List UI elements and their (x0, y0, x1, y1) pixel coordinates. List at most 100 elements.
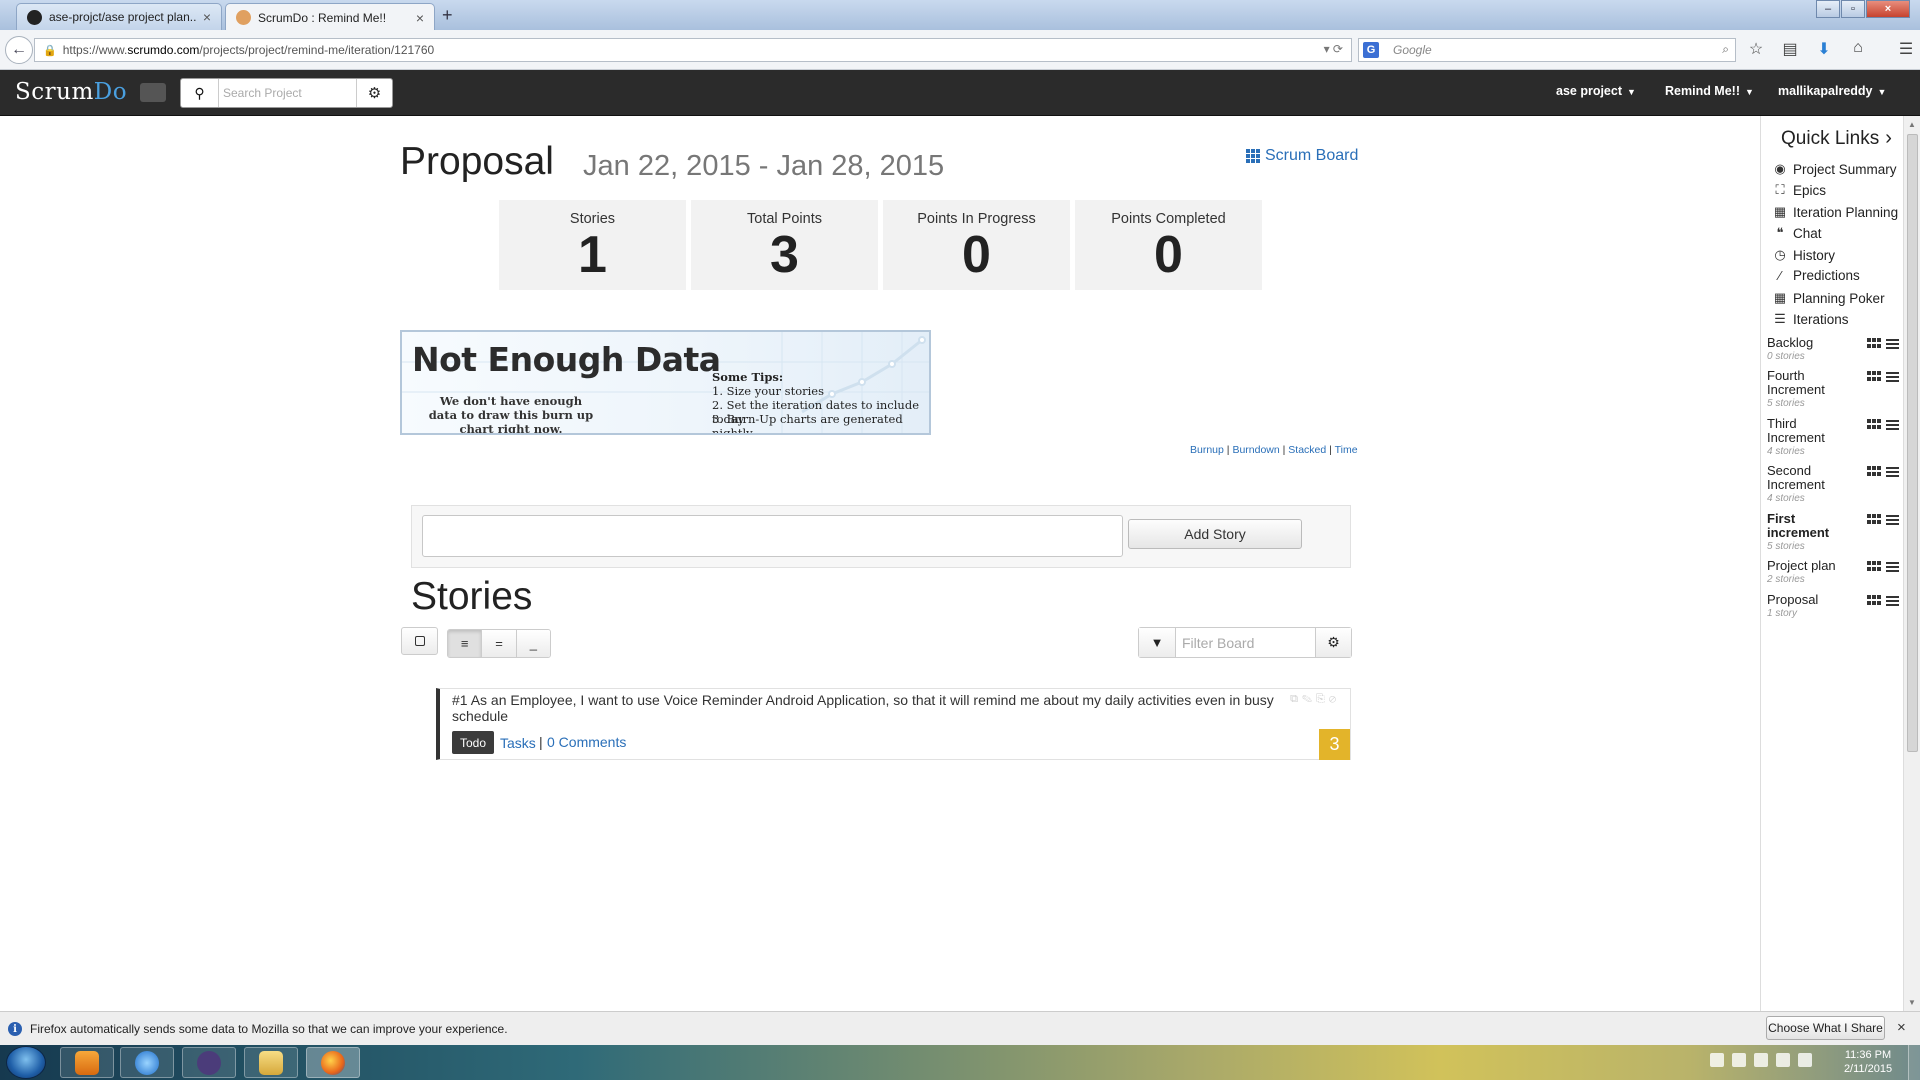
tasks-link[interactable]: Tasks (500, 735, 536, 751)
scrollbar-thumb[interactable] (1907, 134, 1918, 752)
start-button[interactable] (6, 1046, 46, 1079)
iteration-item-first-increment[interactable]: First increment 5 stories (1767, 512, 1899, 553)
choose-what-i-share-button[interactable]: Choose What I Share (1766, 1016, 1885, 1040)
time-link[interactable]: Time (1335, 444, 1358, 456)
list-icon[interactable] (1886, 466, 1899, 477)
taskbar-internet-explorer[interactable] (120, 1047, 174, 1078)
scroll-down-icon[interactable]: ▼ (1908, 998, 1916, 1007)
search-icon[interactable]: ⚲ (181, 79, 219, 107)
list-icon[interactable] (1886, 371, 1899, 382)
system-clock[interactable]: 11:36 PM 2/11/2015 (1838, 1048, 1898, 1076)
iteration-name: Third Increment (1767, 416, 1825, 445)
list-view-button[interactable]: ≡ (448, 630, 483, 657)
bookmark-star-icon[interactable]: ☆ (1745, 39, 1767, 59)
burnup-link[interactable]: Burnup (1190, 444, 1224, 456)
search-input[interactable] (223, 84, 351, 102)
bookmarks-icon[interactable]: ▤ (1779, 39, 1801, 59)
new-tab-button[interactable]: + (442, 5, 453, 26)
ql-epics[interactable]: ⛶ Epics (1771, 182, 1826, 198)
tray-volume-icon[interactable] (1798, 1053, 1812, 1067)
filter-board-input[interactable] (1182, 634, 1302, 652)
browser-search-bar[interactable]: G Google ⌕ (1358, 38, 1736, 62)
board-icon[interactable] (1867, 466, 1881, 477)
tips-heading: Some Tips: (712, 370, 784, 384)
scrumdo-logo[interactable]: ScrumDo (15, 79, 127, 105)
taskbar-github[interactable] (182, 1047, 236, 1078)
scrum-board-link[interactable]: Scrum Board (1246, 147, 1358, 165)
ql-predictions[interactable]: ⁄ Predictions (1771, 268, 1860, 283)
google-icon[interactable]: G (1363, 42, 1379, 58)
show-desktop-button[interactable] (1908, 1045, 1920, 1080)
search-icon[interactable]: ⌕ (1722, 42, 1729, 57)
iteration-item-third-increment[interactable]: Third Increment 4 stories (1767, 417, 1899, 458)
list-icon[interactable] (1886, 419, 1899, 430)
board-icon[interactable] (1867, 595, 1881, 606)
iteration-item-backlog[interactable]: Backlog 0 stories (1767, 336, 1899, 363)
iteration-item-fourth-increment[interactable]: Fourth Increment 5 stories (1767, 369, 1899, 410)
iteration-item-second-increment[interactable]: Second Increment 4 stories (1767, 464, 1899, 505)
taskbar-firefox[interactable] (306, 1047, 360, 1078)
view-mode-toggle: ≡ = _ (447, 629, 551, 658)
close-icon[interactable]: × (416, 10, 424, 26)
menu-user[interactable]: mallikapalreddy ▼ (1778, 84, 1886, 98)
burndown-link[interactable]: Burndown (1232, 444, 1279, 456)
new-story-input[interactable] (422, 515, 1123, 557)
menu-icon[interactable]: ☰ (1895, 39, 1917, 59)
list-icon[interactable] (1886, 514, 1899, 525)
taskbar-media-player[interactable] (60, 1047, 114, 1078)
scroll-up-icon[interactable]: ▲ (1908, 120, 1916, 129)
download-icon[interactable]: ⬇ (1813, 39, 1835, 59)
board-icon[interactable] (1867, 338, 1881, 349)
menu-board[interactable]: Remind Me!! ▼ (1665, 84, 1754, 98)
ql-project-summary[interactable]: ◉ Project Summary (1771, 161, 1896, 177)
tab-github[interactable]: ase-projct/ase project plan... × (16, 3, 222, 30)
comments-link[interactable]: 0 Comments (547, 734, 626, 750)
story-card[interactable]: #1 As an Employee, I want to use Voice R… (436, 688, 1351, 760)
status-badge[interactable]: Todo (452, 731, 495, 754)
stacked-link[interactable]: Stacked (1288, 444, 1326, 456)
home-icon[interactable]: ⌂ (1847, 39, 1869, 59)
filter-icon[interactable]: ▼ (1139, 628, 1176, 657)
ql-planning-poker[interactable]: ▦ Planning Poker (1771, 290, 1885, 306)
taskbar-explorer[interactable] (244, 1047, 298, 1078)
ql-history[interactable]: ◷ History (1771, 247, 1835, 263)
add-story-button[interactable]: Add Story (1128, 519, 1302, 549)
ql-iteration-planning[interactable]: ▦ Iteration Planning (1771, 204, 1898, 220)
reload-icon[interactable]: ▾ ⟳ (1324, 42, 1343, 56)
ql-chat[interactable]: ❝ Chat (1771, 225, 1822, 241)
story-points-badge[interactable]: 3 (1319, 729, 1350, 760)
close-window-button[interactable]: × (1866, 0, 1910, 18)
compact-view-button[interactable]: = (482, 630, 517, 657)
tray-network-icon[interactable] (1776, 1053, 1790, 1067)
url-prefix: https://www. (62, 43, 128, 57)
tray-app-icon[interactable] (1732, 1053, 1746, 1067)
back-button[interactable]: ← (5, 36, 33, 64)
board-icon[interactable] (1867, 561, 1881, 572)
ql-iterations[interactable]: ☰ Iterations (1771, 311, 1848, 327)
chat-bubble-icon[interactable] (140, 83, 166, 102)
list-icon[interactable] (1886, 338, 1899, 349)
tray-app-icon[interactable] (1754, 1053, 1768, 1067)
minimal-view-button[interactable]: _ (516, 630, 550, 657)
tray-app-icon[interactable] (1710, 1053, 1724, 1067)
list-icon[interactable] (1886, 561, 1899, 572)
tab-scrumdo[interactable]: ScrumDo : Remind Me!! × (225, 3, 435, 31)
gear-icon[interactable]: ⚙ (1315, 628, 1351, 657)
menu-project[interactable]: ase project ▼ (1556, 84, 1636, 98)
board-icon[interactable] (1867, 419, 1881, 430)
board-icon[interactable] (1867, 371, 1881, 382)
close-icon[interactable]: × (1897, 1019, 1906, 1036)
iteration-item-project-plan[interactable]: Project plan 2 stories (1767, 559, 1899, 586)
board-icon[interactable] (1867, 514, 1881, 525)
iteration-item-proposal[interactable]: Proposal 1 story (1767, 593, 1899, 620)
select-all-checkbox[interactable] (401, 627, 438, 655)
minimize-button[interactable]: – (1816, 0, 1840, 18)
address-bar[interactable]: 🔒 https://www. scrumdo.com/projects/proje… (34, 38, 1352, 62)
gear-icon[interactable]: ⚙ (356, 79, 392, 107)
list-icon[interactable] (1886, 595, 1899, 606)
page-scrollbar[interactable]: ▲ ▼ (1903, 116, 1920, 1011)
quick-links-toggle[interactable]: Quick Links › (1781, 127, 1892, 150)
close-icon[interactable]: × (203, 9, 211, 25)
card-action-icons[interactable]: ⧉✎⎘⊘ (1290, 693, 1340, 706)
maximize-button[interactable]: ▫ (1841, 0, 1865, 18)
